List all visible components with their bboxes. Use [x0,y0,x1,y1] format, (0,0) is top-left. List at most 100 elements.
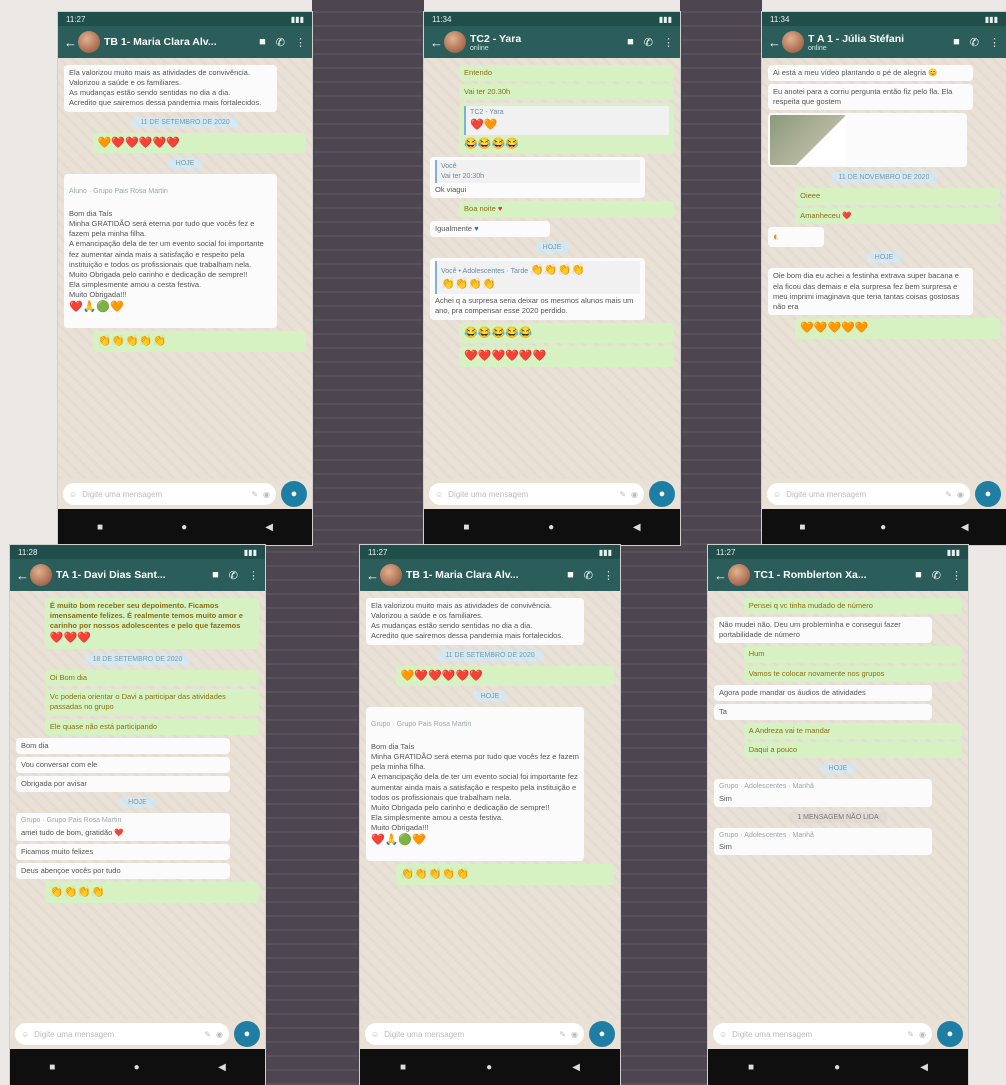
more-menu-icon[interactable]: ⋮ [603,569,614,582]
avatar[interactable] [30,564,52,586]
sticker-icon: ◐ [773,230,780,243]
mic-button[interactable]: ● [281,481,307,507]
home-icon[interactable]: ● [181,522,187,533]
back-arrow-icon[interactable]: ← [64,35,77,50]
nav-back-icon[interactable]: ◀ [218,1062,226,1073]
avatar[interactable] [728,564,750,586]
recents-icon[interactable]: ■ [49,1062,55,1073]
message-text: amei tudo de bom, gratidão ❤️ [21,827,124,837]
nav-back-icon[interactable]: ◀ [920,1062,928,1073]
chat-title[interactable]: TB 1- Maria Clara Alv... [406,569,563,581]
nav-back-icon[interactable]: ◀ [572,1062,580,1073]
more-menu-icon[interactable]: ⋮ [989,36,1000,49]
sender-name: Grupo · Adolescentes · Manhã [719,831,814,839]
emoji-icon[interactable]: ☺ [773,490,781,499]
chat-title[interactable]: TC1 - Romblerton Xa... [754,569,911,581]
phone-call-icon[interactable]: ✆ [970,36,979,49]
nav-back-icon[interactable]: ◀ [961,522,969,533]
chat-title[interactable]: TA 1- Davi Dias Sant... [56,569,208,581]
more-menu-icon[interactable]: ⋮ [663,36,674,49]
avatar[interactable] [444,31,466,53]
android-nav-bar: ■ ● ◀ [10,1049,265,1085]
camera-icon[interactable]: ◉ [631,490,638,499]
phone-call-icon[interactable]: ✆ [644,36,653,49]
home-icon[interactable]: ● [834,1062,840,1073]
emoji-icon[interactable]: ☺ [435,490,443,499]
battery-icon: ▮▮▮ [946,547,960,557]
avatar[interactable] [380,564,402,586]
message-in: Deus abençoe vocês por tudo [16,862,231,879]
sender-name: Grupo · Adolescentes · Manhã [719,783,814,791]
attach-icon[interactable]: ✎ [251,490,258,499]
video-call-icon[interactable]: ■ [915,569,922,582]
avatar[interactable] [782,31,804,53]
attach-icon[interactable]: ✎ [619,490,626,499]
message-out: 😂😂😂😂😂 [459,322,674,344]
input-placeholder: Digite uma mensagem [34,1029,115,1039]
home-icon[interactable]: ● [134,1062,140,1073]
phone-call-icon[interactable]: ✆ [584,569,593,582]
home-icon[interactable]: ● [548,522,554,533]
emoji-icon[interactable]: ☺ [69,490,77,499]
attach-icon[interactable]: ✎ [907,1030,914,1039]
message-input[interactable]: ☺ Digite uma mensagem ✎ ◉ [713,1023,932,1045]
recents-icon[interactable]: ■ [400,1062,406,1073]
phone-call-icon[interactable]: ✆ [276,36,285,49]
attach-icon[interactable]: ✎ [559,1030,566,1039]
video-call-icon[interactable]: ■ [953,36,960,49]
message-input[interactable]: ☺ Digite uma mensagem ✎ ◉ [365,1023,584,1045]
chat-title[interactable]: T A 1 - Júlia Stéfani [808,33,949,45]
message-text: 😂😂😂😂 [464,137,519,150]
message-input[interactable]: ☺ Digite uma mensagem ✎ ◉ [429,483,644,505]
recents-icon[interactable]: ■ [97,522,103,533]
chat-title[interactable]: TC2 - Yara [470,33,623,45]
heart-icon: ♥ [474,223,479,233]
mic-button[interactable]: ● [589,1021,615,1047]
back-arrow-icon[interactable]: ← [768,35,781,50]
home-icon[interactable]: ● [486,1062,492,1073]
emoji-icon[interactable]: ☺ [21,1030,29,1039]
input-placeholder: Digite uma mensagem [82,489,163,499]
video-call-icon[interactable]: ■ [259,36,266,49]
recents-icon[interactable]: ■ [748,1062,754,1073]
home-icon[interactable]: ● [880,522,886,533]
back-arrow-icon[interactable]: ← [714,568,727,583]
recents-icon[interactable]: ■ [463,522,469,533]
input-bar: ☺ Digite uma mensagem ✎ ◉ ● [58,479,312,509]
mic-button[interactable]: ● [975,481,1001,507]
recents-icon[interactable]: ■ [799,522,805,533]
message-input[interactable]: ☺ Digite uma mensagem ✎ ◉ [15,1023,229,1045]
camera-icon[interactable]: ◉ [263,490,270,499]
back-arrow-icon[interactable]: ← [430,35,443,50]
emoji-icon[interactable]: ☺ [371,1030,379,1039]
phone-call-icon[interactable]: ✆ [229,569,238,582]
more-menu-icon[interactable]: ⋮ [951,569,962,582]
attach-icon[interactable]: ✎ [945,490,952,499]
message-input[interactable]: ☺ Digite uma mensagem ✎ ◉ [63,483,276,505]
nav-back-icon[interactable]: ◀ [633,522,641,533]
message-input[interactable]: ☺ Digite uma mensagem ✎ ◉ [767,483,970,505]
video-call-icon[interactable]: ■ [212,569,219,582]
nav-back-icon[interactable]: ◀ [265,522,273,533]
avatar[interactable] [78,31,100,53]
more-menu-icon[interactable]: ⋮ [248,569,259,582]
phone-call-icon[interactable]: ✆ [932,569,941,582]
video-call-icon[interactable]: ■ [627,36,634,49]
video-call-icon[interactable]: ■ [567,569,574,582]
status-time: 11:34 [770,14,790,24]
attach-icon[interactable]: ✎ [204,1030,211,1039]
back-arrow-icon[interactable]: ← [16,568,29,583]
camera-icon[interactable]: ◉ [571,1030,578,1039]
mic-button[interactable]: ● [937,1021,963,1047]
camera-icon[interactable]: ◉ [919,1030,926,1039]
camera-icon[interactable]: ◉ [957,490,964,499]
mic-button[interactable]: ● [234,1021,260,1047]
camera-icon[interactable]: ◉ [216,1030,223,1039]
date-chip-today: HOJE [167,158,203,170]
image-thumbnail[interactable] [770,115,846,166]
mic-button[interactable]: ● [649,481,675,507]
chat-title[interactable]: TB 1- Maria Clara Alv... [104,36,255,48]
more-menu-icon[interactable]: ⋮ [295,36,306,49]
emoji-icon[interactable]: ☺ [719,1030,727,1039]
back-arrow-icon[interactable]: ← [366,568,379,583]
